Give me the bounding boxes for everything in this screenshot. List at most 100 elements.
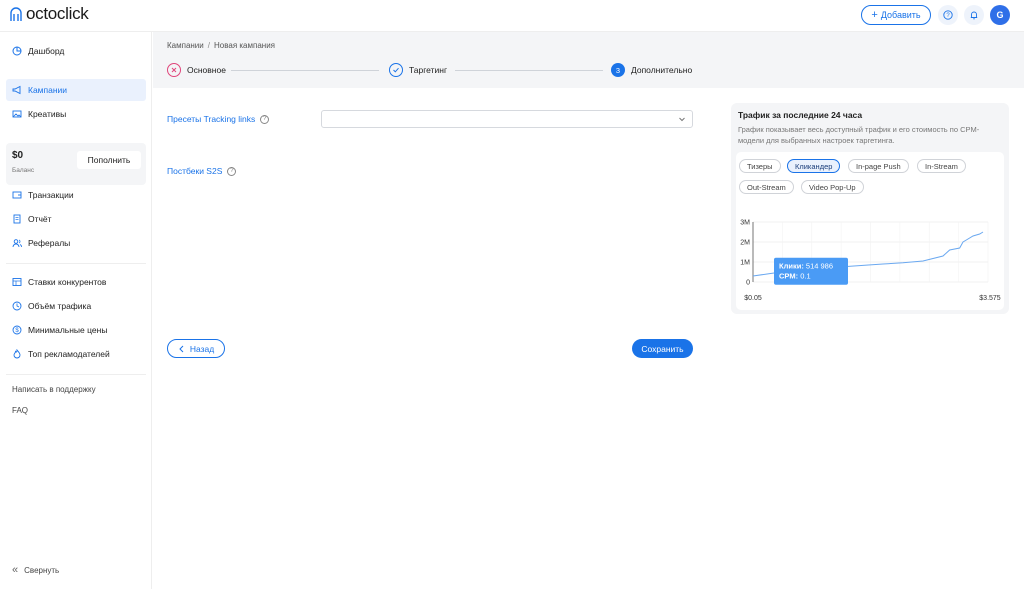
sidebar-divider: [6, 374, 146, 375]
error-x-icon: [167, 63, 181, 77]
wizard-header: Кампании / Новая кампания Основное Таргети…: [153, 32, 1024, 88]
sidebar-item-report[interactable]: Отчёт: [6, 208, 146, 230]
help-question-icon[interactable]: ?: [227, 166, 237, 176]
sidebar-item-label: Ставки конкурентов: [28, 277, 107, 287]
step-connector: [455, 70, 603, 71]
breadcrumb-separator: /: [207, 41, 210, 50]
check-icon: [389, 63, 403, 77]
double-chevron-left-icon: «: [12, 564, 19, 576]
svg-text:?: ?: [946, 13, 950, 19]
postbacks-label: Постбеки S2S ?: [167, 166, 237, 176]
sidebar-item-min-prices[interactable]: $ Минимальные цены: [6, 319, 146, 341]
sidebar-item-campaigns[interactable]: Кампании: [6, 79, 146, 101]
step-number-badge: 3: [611, 63, 625, 77]
sidebar-item-creatives[interactable]: Креативы: [6, 103, 146, 125]
step-connector: [231, 70, 379, 71]
sidebar-item-label: Дашборд: [28, 46, 65, 56]
postbacks-label-text: Постбеки S2S: [167, 166, 223, 176]
notifications-button[interactable]: [964, 5, 984, 25]
users-icon: [12, 239, 22, 248]
sidebar-item-label: Отчёт: [28, 214, 52, 224]
sidebar-item-label: Рефералы: [28, 238, 71, 248]
presets-select[interactable]: [321, 110, 693, 128]
top-header: octoclick + Добавить ? G: [0, 0, 1024, 32]
traffic-panel: Трафик за последние 24 часа График показ…: [731, 103, 1009, 314]
step-label: Дополнительно: [631, 65, 693, 75]
avatar[interactable]: G: [990, 5, 1010, 25]
presets-label: Пресеты Tracking links ?: [167, 114, 270, 124]
back-button[interactable]: Назад: [167, 339, 225, 358]
step-targeting[interactable]: Таргетинг: [389, 63, 447, 77]
sidebar-item-dashboard[interactable]: Дашборд: [6, 40, 146, 62]
logo[interactable]: octoclick: [9, 4, 89, 24]
support-link[interactable]: Написать в поддержку: [12, 385, 96, 394]
table-icon: [12, 278, 22, 286]
step-label: Таргетинг: [409, 65, 448, 75]
y-tick-label: 2M: [740, 240, 750, 247]
dollar-icon: $: [12, 325, 22, 335]
y-tick-label: 0: [746, 280, 750, 287]
topup-button[interactable]: Пополнить: [77, 151, 141, 169]
sidebar-item-label: Топ рекламодателей: [28, 349, 110, 359]
report-icon: [13, 214, 21, 224]
tab-video-pop-up[interactable]: Video Pop-Up: [801, 180, 864, 194]
tab-out-stream[interactable]: Out-Stream: [739, 180, 794, 194]
sidebar-item-label: Креативы: [28, 109, 67, 119]
sidebar-divider: [6, 263, 146, 264]
traffic-card: Тизеры Кликандер In-page Push In-Stream …: [736, 152, 1004, 310]
step-additional[interactable]: 3 Дополнительно: [611, 63, 692, 77]
collapse-sidebar-button[interactable]: « Свернуть: [12, 564, 59, 576]
traffic-title: Трафик за последние 24 часа: [738, 110, 863, 120]
bell-icon: [970, 11, 978, 20]
balance-amount: $0: [12, 150, 24, 161]
x-tick-label: $3.575: [979, 295, 1001, 302]
sidebar-item-referrals[interactable]: Рефералы: [6, 232, 146, 254]
traffic-description: График показывает весь доступный трафик …: [738, 125, 980, 145]
megaphone-icon: [12, 85, 21, 95]
help-question-icon[interactable]: ?: [260, 114, 270, 124]
flame-icon: [13, 349, 21, 359]
image-icon: [12, 110, 22, 118]
y-tick-label: 1M: [740, 260, 750, 267]
sidebar-item-label: Транзакции: [28, 190, 74, 200]
traffic-chart[interactable]: 3M 2M 1M 0 $0.05 $3.575 Клики: 514 986CPM: 0.1: [736, 212, 1004, 310]
breadcrumb: Кампании / Новая кампания: [167, 41, 275, 50]
back-button-label: Назад: [189, 343, 215, 354]
tab-clickunder[interactable]: Кликандер: [787, 159, 841, 173]
question-icon: ?: [943, 10, 953, 20]
step-basic[interactable]: Основное: [167, 63, 226, 77]
breadcrumb-current: Новая кампания: [213, 41, 275, 50]
logo-text: octoclick: [26, 4, 89, 23]
octopus-logo-icon: [10, 7, 22, 21]
sidebar-item-label: Объём трафика: [28, 301, 92, 311]
breadcrumb-root[interactable]: Кампании: [167, 41, 204, 50]
sidebar-item-label: Минимальные цены: [28, 325, 108, 335]
tooltip-clicks: Клики: 514 986: [779, 262, 833, 271]
wallet-icon: [12, 191, 22, 199]
sidebar-item-top-advertisers[interactable]: Топ рекламодателей: [6, 343, 146, 365]
add-button[interactable]: + Добавить: [861, 5, 931, 25]
clock-chart-icon: [12, 301, 22, 311]
x-tick-label: $0.05: [744, 295, 762, 302]
balance-label: Баланс: [12, 167, 35, 174]
sidebar-item-label: Кампании: [28, 85, 68, 95]
save-button[interactable]: Сохранить: [632, 339, 693, 358]
add-button-label: Добавить: [880, 10, 921, 20]
chevron-left-icon: [179, 345, 184, 352]
tab-in-stream[interactable]: In-Stream: [917, 159, 966, 173]
sidebar-item-transactions[interactable]: Транзакции: [6, 184, 146, 206]
chevron-down-icon: [679, 117, 685, 122]
help-button[interactable]: ?: [938, 5, 958, 25]
plus-icon: +: [871, 8, 878, 21]
sidebar-item-traffic-volume[interactable]: Объём трафика: [6, 295, 146, 317]
sidebar-item-competitor-bids[interactable]: Ставки конкурентов: [6, 271, 146, 293]
collapse-label: Свернуть: [24, 565, 60, 575]
tab-in-page-push[interactable]: In-page Push: [848, 159, 909, 173]
step-label: Основное: [187, 65, 226, 75]
faq-link[interactable]: FAQ: [12, 406, 28, 415]
tab-teasers[interactable]: Тизеры: [739, 159, 781, 173]
y-tick-label: 3M: [740, 220, 750, 227]
tooltip-cpm: CPM: 0.1: [779, 272, 811, 281]
presets-label-text: Пресеты Tracking links: [167, 114, 256, 124]
sidebar: Дашборд Кампании Креативы $0 Баланс Попо…: [0, 32, 152, 589]
